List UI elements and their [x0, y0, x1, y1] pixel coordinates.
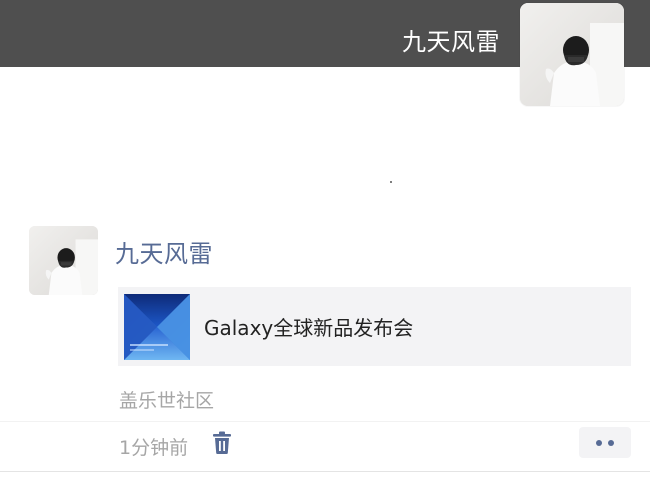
- post-author-name[interactable]: 九天风雷: [115, 234, 213, 269]
- post-timestamp: 1分钟前: [119, 437, 189, 459]
- shared-link-title: Galaxy全球新品发布会: [204, 316, 414, 340]
- post-avatar[interactable]: [29, 226, 98, 295]
- more-dots-icon: [596, 439, 602, 446]
- more-actions-button[interactable]: [579, 427, 631, 458]
- post-source[interactable]: 盖乐世社区: [119, 386, 214, 413]
- galaxy-launch-thumbnail-icon: [124, 293, 190, 360]
- divider: [0, 421, 650, 422]
- shared-link-card[interactable]: Galaxy全球新品发布会: [118, 287, 631, 366]
- cover-avatar[interactable]: [520, 3, 624, 106]
- bottom-divider: [0, 471, 650, 472]
- trash-icon: [213, 431, 231, 454]
- cover-username: 九天风雷: [402, 28, 500, 56]
- delete-button[interactable]: [211, 431, 233, 455]
- more-dots-icon: [608, 439, 614, 446]
- decorative-dot: [390, 181, 392, 183]
